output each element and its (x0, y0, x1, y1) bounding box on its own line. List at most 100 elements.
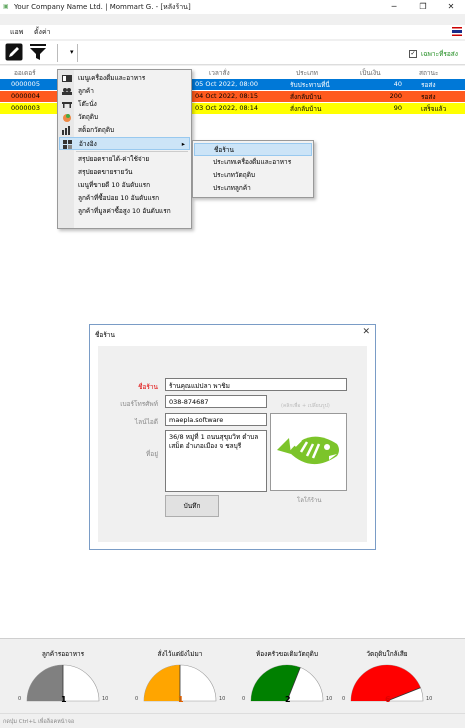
dialog-close-button[interactable]: ✕ (362, 327, 370, 337)
table-icon (62, 100, 72, 109)
gauge-title: ห้องครัวขอเติมวัตถุดิบ (255, 650, 319, 658)
minimize-button[interactable]: ─ (380, 0, 408, 14)
gauge-value: 1 (61, 695, 67, 704)
submenu-item[interactable]: ประเภทเครื่องดื่มและอาหาร (194, 156, 312, 169)
dialog-body: ชื่อร้าน ร้านคุณแม่ปลา พาชิม เบอร์โทรศัพ… (98, 346, 367, 542)
gauge-min-label: 0 (135, 696, 139, 702)
logo-image[interactable] (270, 413, 347, 491)
submenu-arrow-icon: ▸ (181, 140, 185, 148)
phone-field[interactable]: 038-874687 (165, 395, 267, 408)
column-header-type[interactable]: ประเภท (296, 68, 318, 78)
cell-amount: 90 (393, 104, 402, 112)
pending-only-checkbox[interactable]: ✓ (409, 50, 417, 58)
cell-time: 05 Oct 2022, 08:00 (195, 80, 259, 88)
column-header-time[interactable]: เวลาสั่ง (209, 68, 230, 78)
gauge-title: ลูกค้ารออาหาร (41, 650, 85, 658)
context-menu-item[interactable]: อ้างอิง ▸ (59, 137, 190, 150)
cell-time: 03 Oct 2022, 08:14 (195, 104, 259, 112)
save-button[interactable]: บันทึก (165, 495, 219, 517)
gauge-title: วัตถุดิบใกล้เสีย (366, 650, 408, 658)
context-menu-item[interactable]: วัตถุดิบ (59, 111, 190, 124)
cell-type: รับประทานที่นี่ (290, 81, 330, 89)
context-menu-item[interactable]: เมนูที่ขายดี 10 อันดับแรก (59, 179, 190, 192)
column-header-amount[interactable]: เป็นเงิน (360, 68, 381, 78)
gauge-min-label: 0 (242, 696, 246, 702)
gauge-max-label: 10 (102, 696, 109, 702)
gauge-max-label: 10 (326, 696, 333, 702)
pending-only-label[interactable]: เฉพาะที่รอส่ง (421, 49, 458, 59)
menu-bar: แอพ ตั้งค่า (0, 25, 465, 39)
gauge-title: สั่งไว้แต่ยังไม่มา (157, 650, 203, 658)
reference-icon (63, 140, 73, 149)
cell-status: รอส่ง (421, 93, 436, 101)
context-menu-item-label: ลูกค้า (78, 87, 94, 95)
status-gauges-panel: ลูกค้ารออาหาร 0 10 1 สั่งไว้แต่ยังไม่มา 0 10 1 ห… (0, 638, 465, 713)
pencil-icon (5, 43, 23, 63)
shop-name-label: ชื่อร้าน (138, 383, 158, 391)
menu-settings[interactable]: ตั้งค่า (34, 27, 51, 38)
submenu-item-label: ประเภทเครื่องดื่มและอาหาร (213, 158, 292, 166)
gauge-value: 2 (285, 695, 291, 704)
address-field[interactable]: 36/8 หมู่ที่ 1 ถนนสุขุมวิท ตำบลเสม็ด อำเ… (165, 430, 267, 492)
window-title: Your Company Name Ltd. | Mommart G. - [ห… (14, 3, 191, 11)
app-icon: ▣ (3, 3, 9, 10)
toolbar: ▾ ✓ เฉพาะที่รอส่ง (0, 41, 465, 65)
submenu-item[interactable]: ชื่อร้าน (194, 143, 312, 156)
context-menu-item[interactable]: สรุปยอดรายได้-ค่าใช้จ่าย (59, 153, 190, 166)
context-menu-item[interactable]: สรุปยอดขายรายวัน (59, 166, 190, 179)
context-menu-item[interactable]: เมนูเครื่องดื่มและอาหาร (59, 72, 190, 85)
submenu-item[interactable]: ประเภทวัตถุดิบ (194, 169, 312, 182)
cell-status: เสร็จแล้ว (421, 105, 447, 113)
ingredient-icon (62, 113, 72, 122)
menu-app[interactable]: แอพ (10, 27, 23, 38)
title-bar: ▣ Your Company Name Ltd. | Mommart G. - … (0, 0, 465, 14)
cell-amount: 40 (393, 80, 402, 88)
submenu-item-label: ประเภทลูกค้า (213, 184, 251, 192)
language-flag-icon[interactable] (452, 27, 462, 36)
context-menu-item-label: เมนูที่ขายดี 10 อันดับแรก (78, 181, 151, 189)
logo-caption: โลโก้ร้าน (297, 497, 322, 504)
shop-name-field[interactable]: ร้านคุณแม่ปลา พาชิม (165, 378, 347, 391)
column-header-status[interactable]: สถานะ (419, 68, 439, 78)
address-label: ที่อยู่ (146, 450, 158, 458)
context-menu-item-label: อ้างอิง (79, 140, 97, 148)
gauge-min-label: 0 (18, 696, 22, 702)
cell-type: สั่งกลับบ้าน (290, 105, 322, 113)
gauge-min-label: 0 (342, 696, 346, 702)
menu-book-icon (62, 74, 72, 83)
gauge-fill (27, 665, 63, 701)
context-menu-item[interactable]: ลูกค้าที่มูลค่าซื้อสูง 10 อันดับแรก (59, 205, 190, 218)
context-menu-item[interactable]: โต๊ะนั่ง (59, 98, 190, 111)
logo-hint: (คลิกเพื่อ + เปลี่ยนรูป) (281, 403, 330, 409)
line-id-field[interactable]: maepla.software (165, 413, 267, 426)
cell-status: รอส่ง (421, 81, 436, 89)
maximize-button[interactable]: ❐ (409, 0, 437, 14)
toolbar-separator (57, 44, 58, 62)
phone-label: เบอร์โทรศัพท์ (120, 400, 158, 408)
context-menu-item-label: สต็อกวัตถุดิบ (78, 126, 115, 134)
status-text: กดปุ่ม Ctrl+L เพื่อล็อคหน้าจอ (3, 719, 75, 725)
filter-button[interactable] (28, 43, 48, 63)
cell-amount: 200 (389, 92, 402, 100)
toolbar-separator (77, 44, 78, 62)
edit-button[interactable] (4, 43, 24, 63)
dialog-title: ชื่อร้าน (95, 331, 115, 339)
context-menu-item-label: สรุปยอดรายได้-ค่าใช้จ่าย (78, 155, 150, 163)
gauge-value: 1 (178, 695, 184, 704)
context-menu-item-label: เมนูเครื่องดื่มและอาหาร (78, 74, 146, 82)
fish-logo-icon (277, 436, 339, 465)
filter-icon (29, 43, 47, 63)
context-menu-item[interactable]: ลูกค้าที่ซื้อบ่อย 10 อันดับแรก (59, 192, 190, 205)
close-window-button[interactable]: ✕ (437, 0, 465, 14)
submenu-item[interactable]: ประเภทลูกค้า (194, 182, 312, 195)
context-menu-item-label: โต๊ะนั่ง (78, 100, 97, 108)
dropdown-arrow-icon[interactable]: ▾ (70, 48, 74, 56)
context-menu-item[interactable]: สต็อกวัตถุดิบ (59, 124, 190, 137)
line-id-label: ไลน์ไอดี (134, 418, 158, 426)
gauge-value: 6 (385, 695, 391, 704)
context-menu-item[interactable]: ลูกค้า (59, 85, 190, 98)
context-menu-item-label: ลูกค้าที่มูลค่าซื้อสูง 10 อันดับแรก (78, 207, 171, 215)
column-header-order[interactable]: ออเดอร์ (14, 68, 36, 78)
gauge-max-label: 10 (426, 696, 433, 702)
cell-order: 0000003 (11, 104, 40, 112)
